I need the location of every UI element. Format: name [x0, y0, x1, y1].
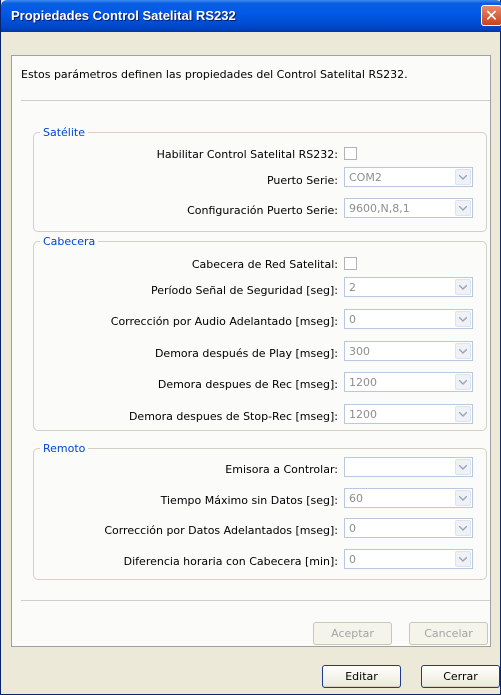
safety-period-select[interactable]: 2	[344, 277, 473, 297]
audio-correction-select[interactable]: 0	[344, 309, 473, 329]
enable-satellite-checkbox[interactable]	[344, 147, 357, 160]
play-delay-label: Demora después de Play [mseg]:	[154, 347, 338, 360]
remoto-legend: Remoto	[43, 442, 86, 455]
cabecera-legend: Cabecera	[43, 235, 96, 248]
max-time-value: 60	[349, 492, 363, 505]
chevron-down-icon[interactable]	[455, 169, 471, 185]
chevron-down-icon[interactable]	[455, 311, 471, 327]
stoprec-delay-value: 1200	[349, 408, 377, 421]
station-select[interactable]	[344, 457, 473, 477]
network-header-checkbox[interactable]	[344, 257, 357, 270]
chevron-down-icon[interactable]	[455, 459, 471, 475]
play-delay-value: 300	[349, 345, 370, 358]
stoprec-delay-label: Demora despues de Stop-Rec [mseg]:	[128, 410, 338, 423]
accept-button[interactable]: Aceptar	[313, 622, 392, 645]
safety-period-label: Período Señal de Seguridad [seg]:	[150, 284, 338, 297]
data-correction-label: Corrección por Datos Adelantados [mseg]:	[104, 524, 338, 537]
serial-config-select[interactable]: 9600,N,8,1	[344, 198, 473, 218]
window-title: Propiedades Control Satelital RS232	[11, 8, 236, 23]
data-correction-select[interactable]: 0	[344, 518, 473, 538]
close-button[interactable]: Cerrar	[421, 665, 500, 688]
time-difference-select[interactable]: 0	[344, 549, 473, 569]
serial-port-select[interactable]: COM2	[344, 167, 473, 187]
chevron-down-icon[interactable]	[455, 200, 471, 216]
cancel-button[interactable]: Cancelar	[409, 622, 488, 645]
max-time-label: Tiempo Máximo sin Datos [seg]:	[160, 494, 338, 507]
enable-satellite-label: Habilitar Control Satelital RS232:	[156, 148, 338, 161]
chevron-down-icon[interactable]	[455, 279, 471, 295]
serial-port-value: COM2	[349, 171, 382, 184]
chevron-down-icon[interactable]	[455, 490, 471, 506]
chevron-down-icon[interactable]	[455, 551, 471, 567]
chevron-down-icon[interactable]	[455, 343, 471, 359]
satelite-legend: Satélite	[43, 126, 85, 139]
stoprec-delay-select[interactable]: 1200	[344, 404, 473, 424]
audio-correction-value: 0	[349, 313, 356, 326]
serial-config-label: Configuración Puerto Serie:	[187, 204, 338, 217]
station-label: Emisora a Controlar:	[225, 463, 338, 476]
chevron-down-icon[interactable]	[455, 406, 471, 422]
close-window-button[interactable]: ✕	[481, 5, 501, 26]
title-bar[interactable]: Propiedades Control Satelital RS232 ✕	[1, 0, 501, 32]
chevron-down-icon[interactable]	[455, 374, 471, 390]
bottom-divider	[21, 600, 490, 601]
rec-delay-value: 1200	[349, 376, 377, 389]
safety-period-value: 2	[349, 281, 356, 294]
max-time-select[interactable]: 60	[344, 488, 473, 508]
edit-button[interactable]: Editar	[322, 665, 401, 688]
time-difference-label: Diferencia horaria con Cabecera [min]:	[123, 555, 338, 568]
time-difference-value: 0	[349, 553, 356, 566]
rec-delay-label: Demora despues de Rec [mseg]:	[157, 378, 338, 391]
audio-correction-label: Corrección por Audio Adelantado [mseg]:	[110, 315, 338, 328]
top-divider	[21, 100, 490, 101]
serial-config-value: 9600,N,8,1	[349, 202, 410, 215]
rec-delay-select[interactable]: 1200	[344, 372, 473, 392]
play-delay-select[interactable]: 300	[344, 341, 473, 361]
chevron-down-icon[interactable]	[455, 520, 471, 536]
intro-text: Estos parámetros definen las propiedades…	[21, 68, 408, 81]
close-icon: ✕	[484, 6, 499, 25]
network-header-label: Cabecera de Red Satelital:	[191, 258, 338, 271]
serial-port-label: Puerto Serie:	[266, 174, 338, 187]
data-correction-value: 0	[349, 522, 356, 535]
